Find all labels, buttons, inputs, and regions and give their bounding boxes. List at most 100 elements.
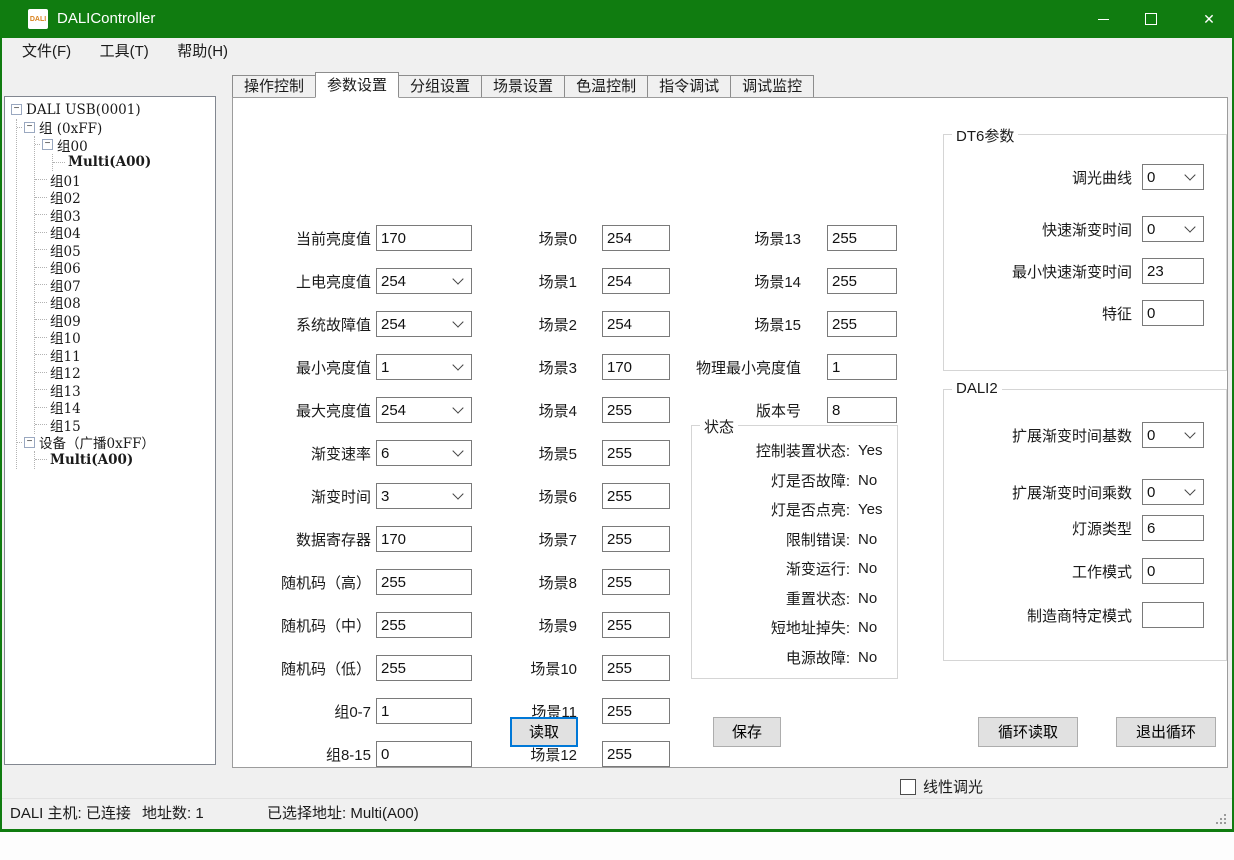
menu-file[interactable]: 文件(F) bbox=[10, 38, 83, 66]
menu-tools[interactable]: 工具(T) bbox=[88, 38, 161, 66]
save-button[interactable]: 保存 bbox=[713, 717, 781, 747]
tab-grouping-settings[interactable]: 分组设置 bbox=[398, 75, 482, 98]
scene-1-input[interactable] bbox=[602, 268, 670, 294]
tree-item-group14[interactable]: 组14 bbox=[47, 399, 215, 417]
scene-4-input[interactable] bbox=[602, 397, 670, 423]
linear-dimming-checkbox[interactable] bbox=[900, 779, 916, 795]
random-code-low-input[interactable] bbox=[376, 655, 472, 681]
physical-min-level-input[interactable] bbox=[827, 354, 897, 380]
tree-item-dali-usb[interactable]: − DALI USB(0001) bbox=[11, 101, 215, 119]
collapse-icon[interactable]: − bbox=[24, 122, 35, 133]
loop-read-button[interactable]: 循环读取 bbox=[978, 717, 1078, 747]
fade-rate-combo[interactable]: 6 bbox=[376, 440, 472, 466]
random-code-mid-input[interactable] bbox=[376, 612, 472, 638]
tree-item-group01[interactable]: 组01 bbox=[47, 171, 215, 189]
scene-7-input[interactable] bbox=[602, 526, 670, 552]
tab-command-debug[interactable]: 指令调试 bbox=[647, 75, 731, 98]
field-label: 场景2 bbox=[477, 314, 577, 335]
field-label: 特征 bbox=[952, 303, 1132, 324]
status-row-lamp-failure: 灯是否故障:No bbox=[692, 466, 897, 496]
random-code-high-input[interactable] bbox=[376, 569, 472, 595]
scene-8-input[interactable] bbox=[602, 569, 670, 595]
current-level-input[interactable] bbox=[376, 225, 472, 251]
field-scene-1: 场景1 bbox=[477, 268, 670, 294]
tree-item-group10[interactable]: 组10 bbox=[47, 329, 215, 347]
tree-item-group15[interactable]: 组15 bbox=[47, 416, 215, 434]
tree-item-group12[interactable]: 组12 bbox=[47, 364, 215, 382]
status-row-power-failure: 电源故障:No bbox=[692, 643, 897, 673]
tree-item-group03[interactable]: 组03 bbox=[47, 206, 215, 224]
light-source-type-input[interactable] bbox=[1142, 515, 1204, 541]
tree-item-group06[interactable]: 组06 bbox=[47, 259, 215, 277]
field-label: 场景3 bbox=[477, 357, 577, 378]
fade-time-combo[interactable]: 3 bbox=[376, 483, 472, 509]
tree-item-group02[interactable]: 组02 bbox=[47, 189, 215, 207]
scene-2-input[interactable] bbox=[602, 311, 670, 337]
titlebar bbox=[0, 0, 1234, 38]
min-level-combo[interactable]: 1 bbox=[376, 354, 472, 380]
dt6-groupbox-title: DT6参数 bbox=[952, 125, 1018, 146]
tree-item-group-root[interactable]: − 组 (0xFF) bbox=[29, 119, 215, 137]
field-label: 快速渐变时间 bbox=[952, 219, 1132, 240]
scene-12-input[interactable] bbox=[602, 741, 670, 767]
scene-0-input[interactable] bbox=[602, 225, 670, 251]
resize-grip[interactable] bbox=[1216, 814, 1218, 816]
tree-item-group07[interactable]: 组07 bbox=[47, 276, 215, 294]
tree-item-group05[interactable]: 组05 bbox=[47, 241, 215, 259]
tab-parameter-settings[interactable]: 参数设置 bbox=[315, 72, 399, 98]
tree-item-group09[interactable]: 组09 bbox=[47, 311, 215, 329]
tab-scene-settings[interactable]: 场景设置 bbox=[481, 75, 565, 98]
collapse-icon[interactable]: − bbox=[42, 139, 53, 150]
scene-15-input[interactable] bbox=[827, 311, 897, 337]
scene-6-input[interactable] bbox=[602, 483, 670, 509]
scene-3-input[interactable] bbox=[602, 354, 670, 380]
features-input[interactable] bbox=[1142, 300, 1204, 326]
tree-item-group13[interactable]: 组13 bbox=[47, 381, 215, 399]
maximize-button[interactable] bbox=[1128, 0, 1174, 38]
ext-fade-time-mult-combo[interactable]: 0 bbox=[1142, 479, 1204, 505]
collapse-icon[interactable]: − bbox=[11, 104, 22, 115]
dim-curve-combo[interactable]: 0 bbox=[1142, 164, 1204, 190]
status-row-lamp-on: 灯是否点亮:Yes bbox=[692, 495, 897, 525]
field-label: 调光曲线 bbox=[952, 167, 1132, 188]
fast-fade-time-combo[interactable]: 0 bbox=[1142, 216, 1204, 242]
scene-5-input[interactable] bbox=[602, 440, 670, 466]
menubar: 文件(F) 工具(T) 帮助(H) bbox=[2, 38, 1232, 66]
minimize-button[interactable] bbox=[1080, 0, 1126, 38]
scene-14-input[interactable] bbox=[827, 268, 897, 294]
poweron-level-combo[interactable]: 254 bbox=[376, 268, 472, 294]
collapse-icon[interactable]: − bbox=[24, 437, 35, 448]
tree-item-group04[interactable]: 组04 bbox=[47, 224, 215, 242]
status-value: No bbox=[858, 619, 877, 636]
menu-help[interactable]: 帮助(H) bbox=[165, 38, 240, 66]
scene-11-input[interactable] bbox=[602, 698, 670, 724]
tree-item-group11[interactable]: 组11 bbox=[47, 346, 215, 364]
tree-item-devices-broadcast[interactable]: − 设备（广播0xFF） bbox=[29, 434, 215, 452]
tree-item-group00[interactable]: − 组00 bbox=[47, 136, 215, 154]
tree-item-group08[interactable]: 组08 bbox=[47, 294, 215, 312]
tree-item-multi-a00[interactable]: Multi(A00) bbox=[65, 154, 215, 172]
manufacturer-mode-input[interactable] bbox=[1142, 602, 1204, 628]
max-level-combo[interactable]: 254 bbox=[376, 397, 472, 423]
version-input[interactable] bbox=[827, 397, 897, 423]
tab-debug-monitor[interactable]: 调试监控 bbox=[730, 75, 814, 98]
parameter-settings-panel: 当前亮度值 上电亮度值 254 系统故障值 254 最小亮度值 1 最大亮度值 … bbox=[232, 97, 1228, 768]
scene-10-input[interactable] bbox=[602, 655, 670, 681]
exit-loop-button[interactable]: 退出循环 bbox=[1116, 717, 1216, 747]
operating-mode-input[interactable] bbox=[1142, 558, 1204, 584]
read-button[interactable]: 读取 bbox=[510, 717, 578, 747]
close-button[interactable]: ✕ bbox=[1186, 0, 1232, 38]
system-failure-level-combo[interactable]: 254 bbox=[376, 311, 472, 337]
tab-color-temp-control[interactable]: 色温控制 bbox=[564, 75, 648, 98]
group-0-7-input[interactable] bbox=[376, 698, 472, 724]
min-fast-fade-time-input[interactable] bbox=[1142, 258, 1204, 284]
tab-operation-control[interactable]: 操作控制 bbox=[232, 75, 316, 98]
linear-dimming-option: 线性调光 bbox=[900, 776, 983, 797]
data-register-input[interactable] bbox=[376, 526, 472, 552]
status-value: No bbox=[858, 590, 877, 607]
group-8-15-input[interactable] bbox=[376, 741, 472, 767]
tree-item-multi-a00-broadcast[interactable]: Multi(A00) bbox=[47, 451, 215, 469]
scene-9-input[interactable] bbox=[602, 612, 670, 638]
scene-13-input[interactable] bbox=[827, 225, 897, 251]
ext-fade-time-base-combo[interactable]: 0 bbox=[1142, 422, 1204, 448]
